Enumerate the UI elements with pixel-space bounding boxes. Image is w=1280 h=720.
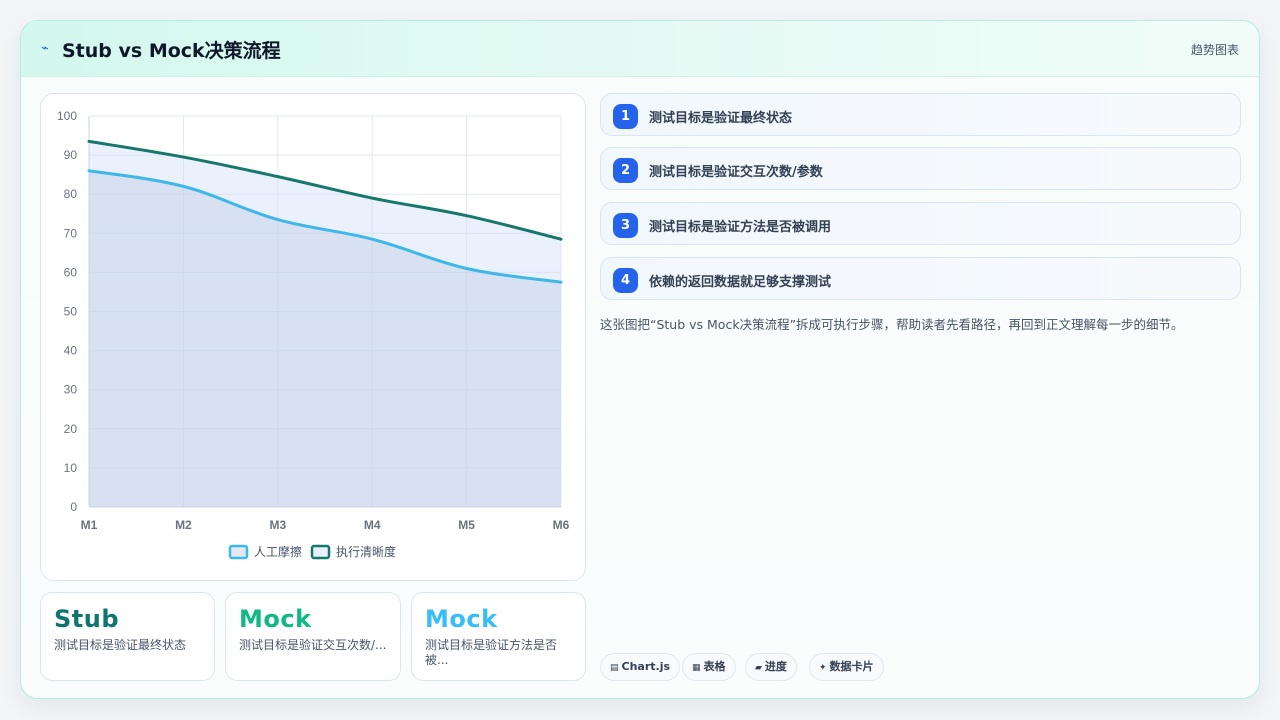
chart-icon: ▤ <box>610 663 619 673</box>
chip-label: 表格 <box>703 660 726 673</box>
header: ⌁ Stub vs Mock决策流程 趋势图表 <box>21 21 1259 77</box>
x-tick-label: M2 <box>175 518 192 532</box>
step-label: 测试目标是验证交互次数/参数 <box>649 165 823 180</box>
step-item-4[interactable]: 4 依赖的返回数据就足够支撑测试 <box>600 257 1241 300</box>
chip-label: 进度 <box>764 660 787 673</box>
y-tick-label: 30 <box>64 383 78 397</box>
mini-card-text: 测试目标是验证交互次数/... <box>239 638 387 652</box>
legend-label: 执行清晰度 <box>336 544 396 559</box>
x-tick-label: M3 <box>269 518 286 532</box>
x-tick-label: M1 <box>81 518 98 532</box>
line-chart: 0 10 20 30 40 50 60 70 80 90 100 M1 M2 M3 M4 M5 M6 人工摩擦 执行… <box>57 109 570 560</box>
page-title: Stub vs Mock决策流程 <box>62 40 281 62</box>
step-label: 测试目标是验证最终状态 <box>649 111 793 126</box>
legend-swatch <box>228 544 249 560</box>
chip-progress[interactable]: ▰ 进度 <box>745 653 797 681</box>
mini-card-title: Stub <box>54 605 120 633</box>
mini-card-text: 测试目标是验证方法是否被... <box>425 638 558 667</box>
y-tick-label: 50 <box>64 305 78 319</box>
y-tick-label: 60 <box>64 265 78 279</box>
y-tick-label: 70 <box>64 226 78 240</box>
y-tick-label: 100 <box>57 109 77 123</box>
sparkle-icon: ✦ <box>819 663 827 673</box>
mini-card-mock-1: Mock 测试目标是验证交互次数/... <box>225 592 401 681</box>
y-tick-label: 0 <box>70 500 77 514</box>
chip-label: 数据卡片 <box>829 660 874 673</box>
y-tick-label: 10 <box>64 461 78 475</box>
mini-card-title: Mock <box>239 605 312 633</box>
step-item-3[interactable]: 3 测试目标是验证方法是否被调用 <box>600 202 1241 245</box>
x-tick-label: M6 <box>553 518 570 532</box>
step-number: 3 <box>613 213 638 238</box>
progress-icon: ▰ <box>755 663 762 673</box>
description-text: 这张图把“Stub vs Mock决策流程”拆成可执行步骤，帮助读者先看路径，再… <box>600 317 1184 332</box>
x-tick-label: M4 <box>364 518 381 532</box>
step-item-1[interactable]: 1 测试目标是验证最终状态 <box>600 93 1241 136</box>
y-tick-label: 20 <box>64 422 78 436</box>
legend-label: 人工摩擦 <box>254 544 302 559</box>
y-tick-label: 40 <box>64 344 78 358</box>
chip-table[interactable]: ▦ 表格 <box>682 653 736 681</box>
y-tick-label: 90 <box>64 148 78 162</box>
y-tick-label: 80 <box>64 187 78 201</box>
table-icon: ▦ <box>692 663 701 673</box>
step-item-2[interactable]: 2 测试目标是验证交互次数/参数 <box>600 147 1241 190</box>
step-number: 4 <box>613 268 638 293</box>
main-card: ⌁ Stub vs Mock决策流程 趋势图表 0 10 20 30 40 50 60 70 8… <box>20 20 1260 699</box>
chip-data-card[interactable]: ✦ 数据卡片 <box>809 653 884 681</box>
mini-card-title: Mock <box>425 605 498 633</box>
chip-label: Chart.js <box>621 660 671 673</box>
lightning-icon: ⌁ <box>41 41 49 56</box>
x-tick-label: M5 <box>458 518 475 532</box>
chip-chartjs[interactable]: ▤ Chart.js <box>600 653 681 681</box>
step-label: 测试目标是验证方法是否被调用 <box>649 220 832 235</box>
step-number: 1 <box>613 104 638 129</box>
mini-card-stub: Stub 测试目标是验证最终状态 <box>40 592 215 681</box>
mini-card-mock-2: Mock 测试目标是验证方法是否被... <box>411 592 586 681</box>
step-label: 依赖的返回数据就足够支撑测试 <box>649 275 832 290</box>
chart-panel: 0 10 20 30 40 50 60 70 80 90 100 M1 M2 M3 M4 M5 M6 人工摩擦 执行… <box>40 93 586 581</box>
step-number: 2 <box>613 158 638 183</box>
legend-swatch <box>310 544 331 560</box>
header-tag: 趋势图表 <box>1190 43 1239 57</box>
mini-card-text: 测试目标是验证最终状态 <box>54 638 187 652</box>
